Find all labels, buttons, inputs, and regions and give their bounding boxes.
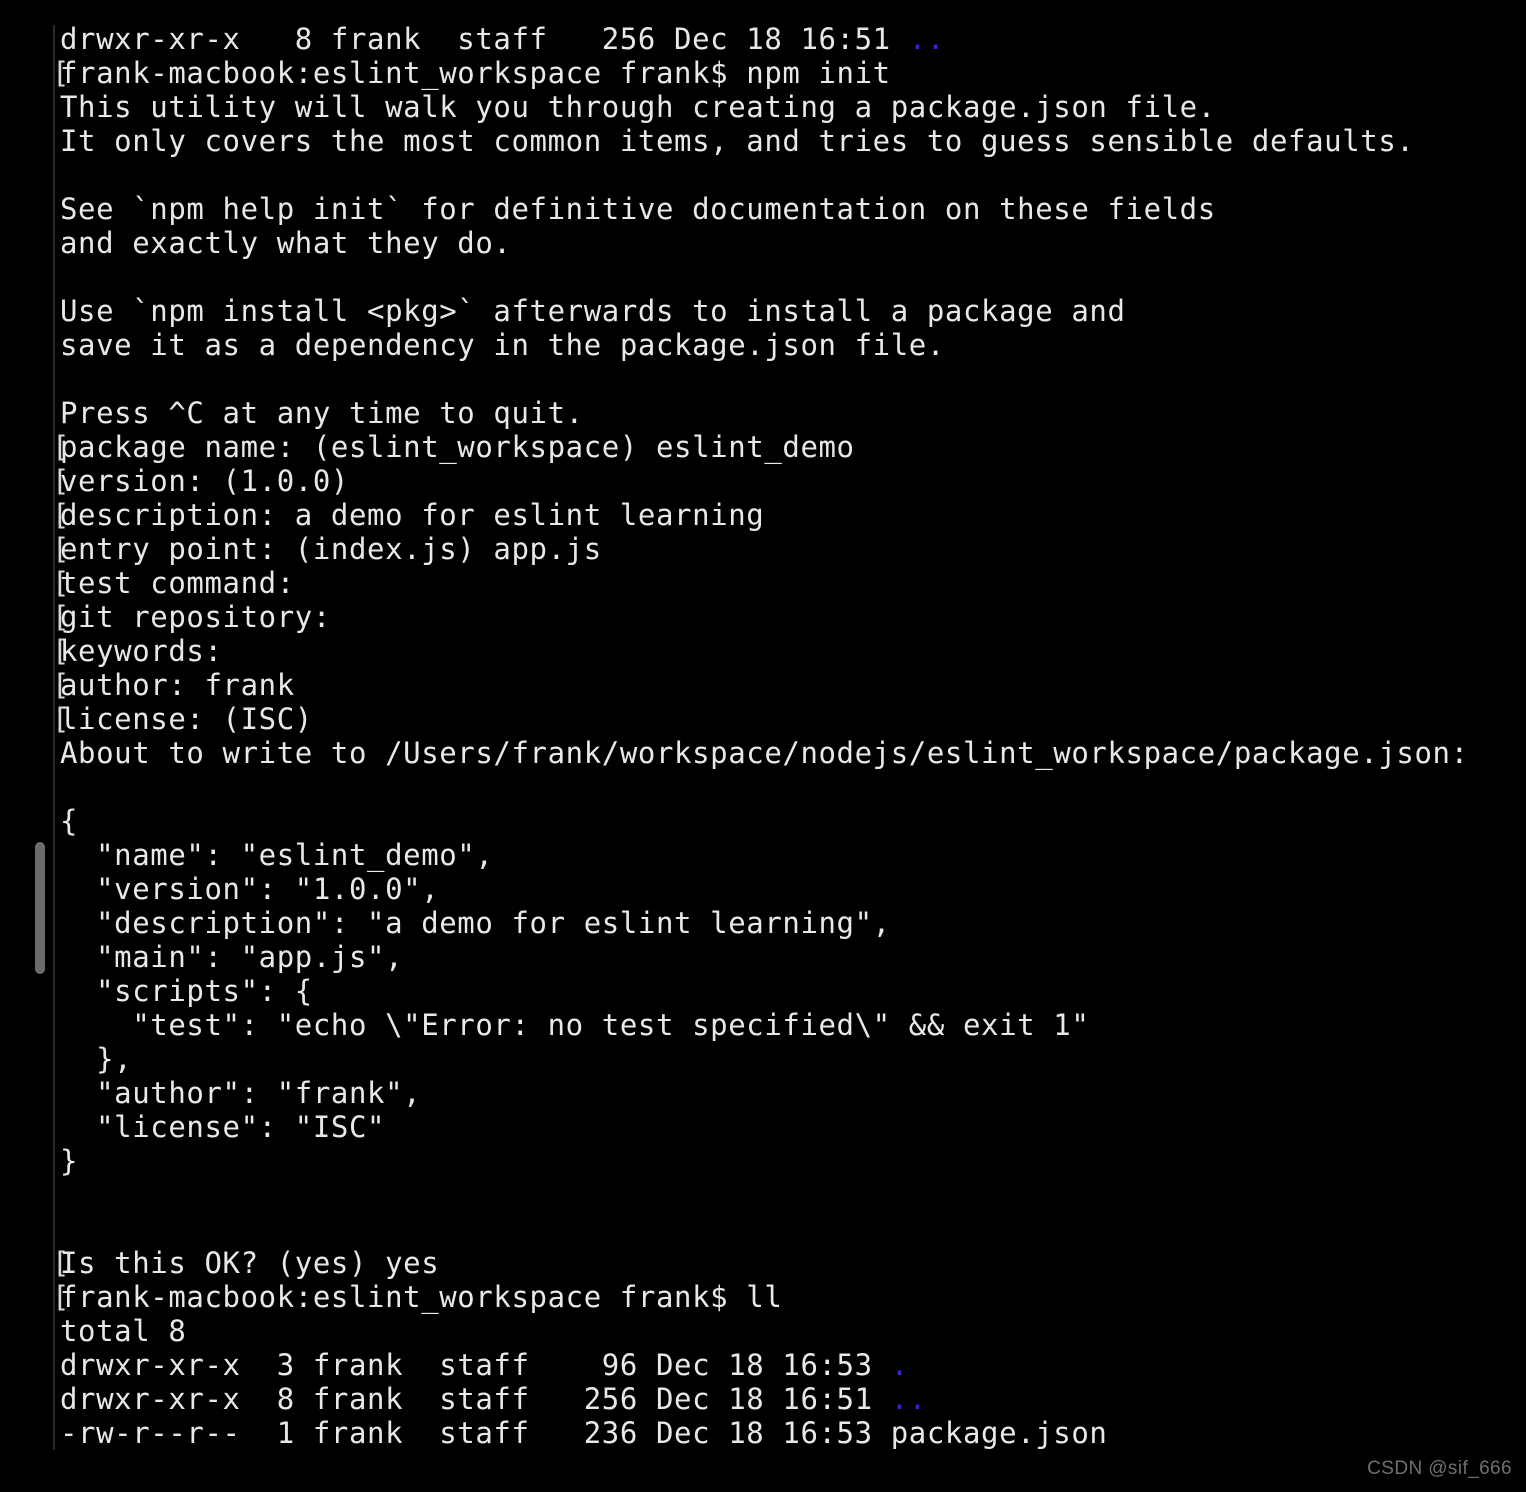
terminal-line-text: frank-macbook:eslint_workspace frank$ np…	[60, 56, 891, 90]
terminal-line: It only covers the most common items, an…	[60, 124, 1414, 158]
terminal-line: "description": "a demo for eslint learni…	[60, 906, 891, 940]
terminal-line: and exactly what they do.	[60, 226, 512, 260]
terminal-line: save it as a dependency in the package.j…	[60, 328, 945, 362]
terminal-line-text: }	[60, 1144, 79, 1178]
terminal-line-text: "author": "frank",	[60, 1076, 422, 1110]
terminal-line-text: drwxr-xr-x 8 frank staff 256 Dec 18 16:5…	[60, 22, 909, 56]
terminal-line: frank-macbook:eslint_workspace frank$ ll	[60, 1280, 782, 1314]
terminal-line-text: Press ^C at any time to quit.	[60, 396, 584, 430]
terminal-line-text: git repository:	[60, 600, 331, 634]
terminal-line: Is this OK? (yes) yes	[60, 1246, 439, 1280]
terminal-line: test command:	[60, 566, 295, 600]
terminal-line-text: version: (1.0.0)	[60, 464, 349, 498]
terminal-line: entry point: (index.js) app.js	[60, 532, 602, 566]
terminal-line: {	[60, 804, 78, 838]
terminal-line-text: and exactly what they do.	[60, 226, 512, 260]
terminal-line-text: Is this OK? (yes) yes	[60, 1246, 440, 1280]
terminal-line-text: },	[60, 1042, 133, 1076]
terminal-line: drwxr-xr-x 8 frank staff 256 Dec 18 16:5…	[60, 22, 945, 56]
terminal-line: }	[60, 1144, 78, 1178]
terminal-line-text: save it as a dependency in the package.j…	[60, 328, 945, 362]
terminal-line: author: frank	[60, 668, 295, 702]
terminal-line-text: "name": "eslint_demo",	[60, 838, 494, 872]
terminal-line-text: -rw-r--r-- 1 frank staff 236 Dec 18 16:5…	[60, 1416, 1108, 1450]
directory-entry-name: .	[890, 1348, 909, 1382]
terminal-line: "main": "app.js",	[60, 940, 403, 974]
csdn-watermark: CSDN @sif_666	[1367, 1458, 1512, 1479]
terminal-line-text: "license": "ISC"	[60, 1110, 386, 1144]
directory-entry-name: ..	[908, 22, 945, 56]
terminal-line: git repository:	[60, 600, 331, 634]
terminal-line-text: "main": "app.js",	[60, 940, 404, 974]
terminal-line-text: drwxr-xr-x 3 frank staff 96 Dec 18 16:53	[60, 1348, 891, 1382]
terminal-line-text: It only covers the most common items, an…	[60, 124, 1415, 158]
terminal-line: drwxr-xr-x 3 frank staff 96 Dec 18 16:53…	[60, 1348, 909, 1382]
terminal-line: "name": "eslint_demo",	[60, 838, 493, 872]
terminal-line-text: About to write to /Users/frank/workspace…	[60, 736, 1469, 770]
terminal-line-text: "scripts": {	[60, 974, 313, 1008]
terminal-line: "license": "ISC"	[60, 1110, 385, 1144]
terminal-line: -rw-r--r-- 1 frank staff 236 Dec 18 16:5…	[60, 1416, 1107, 1450]
terminal-line: },	[60, 1042, 132, 1076]
terminal-line-text: total 8	[60, 1314, 187, 1348]
terminal-output-area[interactable]: drwxr-xr-x 8 frank staff 256 Dec 18 16:5…	[0, 0, 1526, 1492]
terminal-line: "version": "1.0.0",	[60, 872, 439, 906]
terminal-line-text: frank-macbook:eslint_workspace frank$ ll	[60, 1280, 783, 1314]
terminal-line: description: a demo for eslint learning	[60, 498, 764, 532]
terminal-window: drwxr-xr-x 8 frank staff 256 Dec 18 16:5…	[0, 0, 1526, 1492]
terminal-line: "author": "frank",	[60, 1076, 421, 1110]
terminal-line: "test": "echo \"Error: no test specified…	[60, 1008, 1089, 1042]
terminal-line-text: entry point: (index.js) app.js	[60, 532, 602, 566]
terminal-line-text: {	[60, 804, 79, 838]
terminal-line: total 8	[60, 1314, 186, 1348]
terminal-line-text: "description": "a demo for eslint learni…	[60, 906, 891, 940]
terminal-line-text: description: a demo for eslint learning	[60, 498, 765, 532]
terminal-line-text: keywords:	[60, 634, 223, 668]
terminal-line-text: See `npm help init` for definitive docum…	[60, 192, 1216, 226]
terminal-line: This utility will walk you through creat…	[60, 90, 1216, 124]
terminal-line-text: Use `npm install <pkg>` afterwards to in…	[60, 294, 1126, 328]
terminal-line-text: This utility will walk you through creat…	[60, 90, 1216, 124]
terminal-line-text: "test": "echo \"Error: no test specified…	[60, 1008, 1090, 1042]
terminal-line: See `npm help init` for definitive docum…	[60, 192, 1216, 226]
window-bottom-clip	[0, 1452, 1526, 1492]
terminal-line: license: (ISC)	[60, 702, 313, 736]
terminal-line: keywords:	[60, 634, 223, 668]
window-top-clip	[0, 0, 1526, 25]
terminal-line: Use `npm install <pkg>` afterwards to in…	[60, 294, 1126, 328]
terminal-line-text: package name: (eslint_workspace) eslint_…	[60, 430, 855, 464]
terminal-line: package name: (eslint_workspace) eslint_…	[60, 430, 855, 464]
terminal-line: About to write to /Users/frank/workspace…	[60, 736, 1469, 770]
terminal-line-text: author: frank	[60, 668, 295, 702]
terminal-line-text: drwxr-xr-x 8 frank staff 256 Dec 18 16:5…	[60, 1382, 891, 1416]
directory-entry-name: ..	[890, 1382, 927, 1416]
terminal-line-text: test command:	[60, 566, 295, 600]
terminal-line-text: "version": "1.0.0",	[60, 872, 440, 906]
terminal-line-text: license: (ISC)	[60, 702, 313, 736]
terminal-line: Press ^C at any time to quit.	[60, 396, 584, 430]
terminal-line: drwxr-xr-x 8 frank staff 256 Dec 18 16:5…	[60, 1382, 927, 1416]
terminal-line: "scripts": {	[60, 974, 313, 1008]
terminal-line: version: (1.0.0)	[60, 464, 349, 498]
terminal-line: frank-macbook:eslint_workspace frank$ np…	[60, 56, 891, 90]
